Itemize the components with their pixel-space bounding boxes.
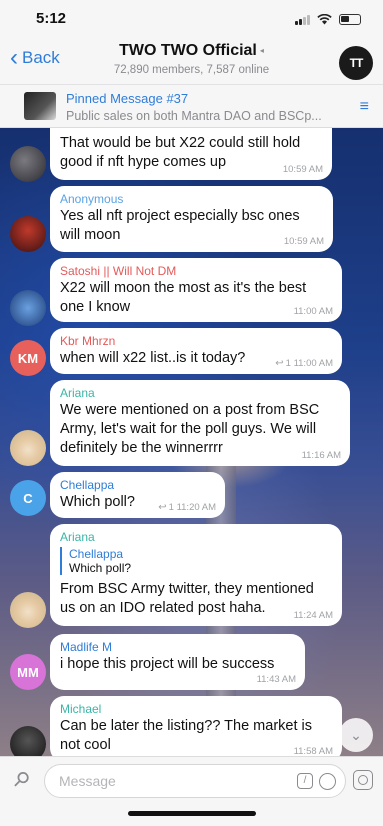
avatar[interactable] [10,726,46,756]
home-indicator [128,811,256,816]
avatar[interactable] [10,592,46,628]
sender-name: Madlife M [60,640,113,654]
signal-icon [295,14,310,25]
avatar[interactable]: KM [10,340,46,376]
status-time: 5:12 [36,10,67,27]
forward-icon: ↩ [275,358,284,369]
message-composer: ⚲ Message / [0,756,383,826]
pinned-message-bar[interactable]: Pinned Message #37 Public sales on both … [0,84,383,128]
attach-icon[interactable]: ⚲ [7,765,35,793]
avatar[interactable]: C [10,480,46,516]
pinned-list-icon[interactable]: ≡ [360,98,369,116]
status-bar: 5:12 [0,0,383,36]
pinned-thumbnail [24,92,56,120]
scroll-down-icon[interactable]: ⌄ [339,718,373,752]
channel-subtitle: 72,890 members, 7,587 online [113,64,270,76]
avatar[interactable] [10,430,46,466]
mute-icon: ◂ [259,46,264,56]
pinned-title: Pinned Message #37 [66,91,189,106]
command-icon[interactable]: / [297,773,313,789]
sender-name: Anonymous [60,192,124,206]
camera-icon[interactable] [353,770,373,790]
sender-name: Satoshi || Will Not DM [60,264,177,278]
channel-title[interactable]: TWO TWO Official ◂ [0,42,383,60]
message-time: 11:24 AM [293,610,333,621]
avatar[interactable] [10,146,46,182]
reply-name: Chellappa [69,547,124,561]
channel-title-text: TWO TWO Official [119,42,257,59]
message-bubble[interactable]: Madlife M i hope this project will be su… [50,634,305,690]
sender-name: Michael [60,702,102,716]
channel-avatar[interactable]: TT [339,46,373,80]
battery-icon [339,14,361,25]
reply-quote[interactable]: Chellappa Which poll? [60,547,332,575]
message-bubble[interactable]: Kbr Mhrzn when will x22 list..is it toda… [50,328,342,374]
avatar[interactable] [10,216,46,252]
message-time: 10:59 AM [283,236,324,247]
message-bubble[interactable]: Ariana Chellappa Which poll? From BSC Ar… [50,524,342,626]
message-bubble[interactable]: Ariana We were mentioned on a post from … [50,380,350,466]
message-bubble[interactable]: Anonymous Yes all nft project especially… [50,186,333,252]
avatar[interactable] [10,290,46,326]
forward-icon: ↩ [158,502,167,513]
sender-name: Ariana [60,530,95,544]
message-time: 10:59 AM [282,164,323,175]
message-time: 11:43 AM [256,674,296,685]
chat-header: ‹ Back TWO TWO Official ◂ 72,890 members,… [0,36,383,84]
message-text: X22 will moon the most as it's the best … [60,280,307,315]
message-time: 1 11:20 AM [168,502,216,513]
status-icons [295,14,361,25]
message-time: 11:00 AM [293,306,333,317]
avatar[interactable]: MM [10,654,46,690]
message-text: i hope this project will be success [60,656,275,672]
message-input[interactable]: Message / [44,764,346,798]
message-text: From BSC Army twitter, they mentioned us… [60,581,314,616]
sender-name: Kbr Mhrzn [60,334,116,348]
sender-name: Chellappa [60,478,115,492]
message-bubble[interactable]: That would be but X22 could still hold g… [50,128,332,180]
message-bubble[interactable]: Michael Can be later the listing?? The m… [50,696,342,756]
message-bubble[interactable]: Chellappa Which poll? ↩ 1 11:20 AM [50,472,225,518]
chat-area[interactable]: That would be but X22 could still hold g… [0,128,383,756]
message-time: 11:16 AM [301,450,341,461]
message-bubble[interactable]: Satoshi || Will Not DM X22 will moon the… [50,258,342,322]
reply-text: Which poll? [69,561,132,575]
sticker-icon[interactable] [319,773,336,790]
pinned-text: Public sales on both Mantra DAO and BSCp… [66,109,322,123]
message-placeholder: Message [59,773,116,789]
sender-name: Ariana [60,386,95,400]
message-text: Can be later the listing?? The market is… [60,718,313,753]
wifi-icon [317,14,332,25]
message-text: We were mentioned on a post from BSC Arm… [60,402,320,456]
message-time: 1 11:00 AM [285,358,333,369]
message-time: 11:58 AM [293,746,333,756]
